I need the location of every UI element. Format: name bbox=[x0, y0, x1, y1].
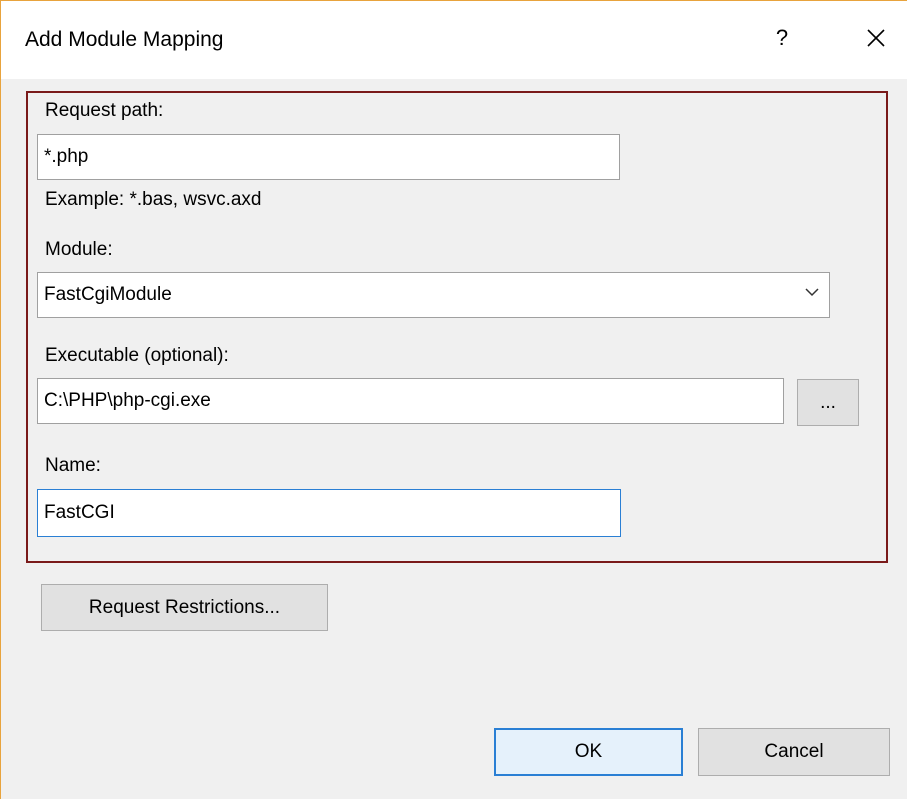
help-button[interactable]: ? bbox=[769, 23, 795, 53]
executable-label: Executable (optional): bbox=[45, 345, 229, 366]
browse-button[interactable]: ... bbox=[797, 379, 859, 426]
module-select[interactable]: FastCgiModule bbox=[37, 272, 830, 318]
example-hint: Example: *.bas, wsvc.axd bbox=[45, 189, 262, 210]
title-bar: Add Module Mapping ? bbox=[1, 1, 907, 79]
request-restrictions-button[interactable]: Request Restrictions... bbox=[41, 584, 328, 631]
request-path-input[interactable]: *.php bbox=[37, 134, 620, 180]
module-label: Module: bbox=[45, 239, 113, 260]
request-path-label: Request path: bbox=[45, 100, 164, 121]
close-button[interactable] bbox=[859, 21, 893, 55]
name-input[interactable]: FastCGI bbox=[37, 489, 621, 537]
ok-button[interactable]: OK bbox=[494, 728, 683, 776]
name-label: Name: bbox=[45, 455, 101, 476]
module-selected-value: FastCgiModule bbox=[44, 284, 172, 305]
executable-input[interactable]: C:\PHP\php-cgi.exe bbox=[37, 378, 784, 424]
chevron-down-icon bbox=[805, 288, 819, 297]
cancel-button[interactable]: Cancel bbox=[698, 728, 890, 776]
close-icon bbox=[867, 29, 885, 47]
dialog-title: Add Module Mapping bbox=[25, 28, 224, 51]
add-module-mapping-dialog: Add Module Mapping ? Request path: *.php… bbox=[0, 0, 907, 799]
